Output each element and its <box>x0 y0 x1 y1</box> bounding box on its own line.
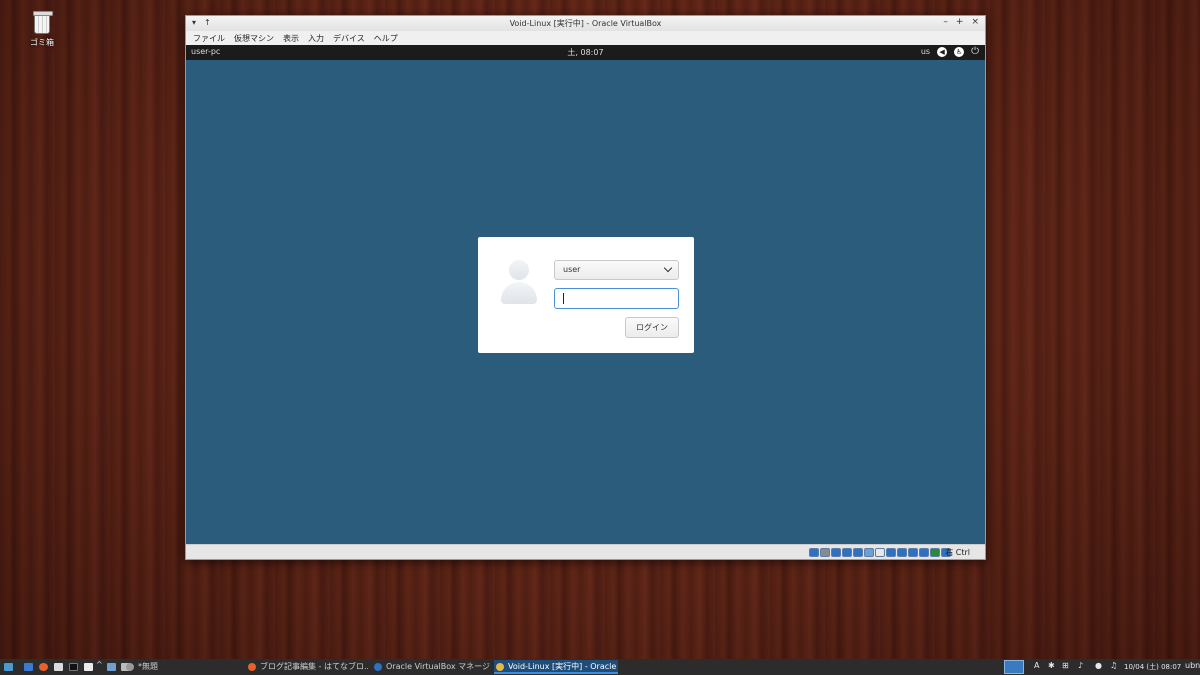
window-title: Void-Linux [実行中] - Oracle VirtualBox <box>509 19 662 28</box>
keyboard-indicator[interactable]: A <box>1034 661 1039 670</box>
window-titlebar[interactable]: ▾ ↑ Void-Linux [実行中] - Oracle VirtualBox… <box>186 16 985 31</box>
menu-help[interactable]: ヘルプ <box>374 33 398 44</box>
workspace-switcher[interactable] <box>1004 660 1024 674</box>
device-status-icon[interactable] <box>864 548 874 557</box>
user-name[interactable]: ubn <box>1185 661 1200 670</box>
selected-user: user <box>563 265 581 274</box>
update-icon[interactable]: ● <box>1095 661 1102 670</box>
terminal-icon[interactable] <box>69 663 78 671</box>
menu-file[interactable]: ファイル <box>193 33 225 44</box>
host-key-label: 右 Ctrl <box>945 548 970 557</box>
virtualbox-window[interactable]: ▾ ↑ Void-Linux [実行中] - Oracle VirtualBox… <box>185 15 986 560</box>
power-icon[interactable]: ⏻ <box>971 46 979 57</box>
device-status-icon[interactable] <box>831 548 841 557</box>
trash-desktop-icon[interactable]: ゴミ箱 <box>22 14 62 48</box>
virtualbox-icon <box>374 663 382 671</box>
volume-icon[interactable]: ♫ <box>1110 661 1117 670</box>
device-status-icon[interactable] <box>820 548 830 557</box>
device-status-icon[interactable] <box>809 548 819 557</box>
login-button[interactable]: ログイン <box>625 317 679 338</box>
monitor-icon[interactable] <box>107 663 116 671</box>
task-text-editor[interactable]: *無題 <box>124 660 214 674</box>
login-dialog: user ログイン <box>478 237 694 353</box>
editor-icon[interactable] <box>84 663 93 671</box>
device-status-icon[interactable] <box>875 548 885 557</box>
close-icon[interactable]: × <box>971 17 979 27</box>
text-cursor <box>563 293 564 304</box>
firefox-icon[interactable] <box>39 663 48 671</box>
user-select[interactable]: user <box>554 260 679 280</box>
session-icon[interactable]: ◀ <box>937 46 948 57</box>
app-icon[interactable] <box>24 663 33 671</box>
trash-label: ゴミ箱 <box>30 38 54 47</box>
bluetooth-icon[interactable]: ✱ <box>1048 661 1055 670</box>
text-editor-icon <box>126 663 134 671</box>
menu-view[interactable]: 表示 <box>283 33 299 44</box>
device-status-icon[interactable] <box>842 548 852 557</box>
vbox-status-bar: 右 Ctrl <box>186 544 985 559</box>
menu-devices[interactable]: デバイス <box>333 33 365 44</box>
password-field[interactable] <box>554 288 679 309</box>
virtualbox-icon <box>496 663 504 671</box>
task-label: ブログ記事編集 - はてなブロ... <box>260 662 368 671</box>
task-label: Oracle VirtualBox マネージ... <box>386 662 490 671</box>
task-vbox-manager[interactable]: Oracle VirtualBox マネージ... <box>372 660 490 674</box>
task-firefox[interactable]: ブログ記事編集 - はてなブロ... <box>246 660 368 674</box>
menu-input[interactable]: 入力 <box>308 33 324 44</box>
up-arrow-icon[interactable]: ^ <box>96 660 105 669</box>
device-status-icon[interactable] <box>908 548 918 557</box>
maximize-icon[interactable]: + <box>956 17 964 27</box>
device-status-icon[interactable] <box>853 548 863 557</box>
chevron-down-icon <box>663 263 673 273</box>
guest-screen[interactable]: user-pc 土, 08:07 us ◀ ♿ ⏻ user ログイン <box>186 45 985 545</box>
guest-clock[interactable]: 土, 08:07 <box>186 47 985 58</box>
firefox-icon <box>248 663 256 671</box>
taskbar-clock[interactable]: 10/04 (土) 08:07 <box>1124 662 1181 672</box>
accessibility-icon[interactable]: ♿ <box>954 46 965 57</box>
notification-bell-icon[interactable]: ♪ <box>1078 661 1083 670</box>
device-status-icon[interactable] <box>919 548 929 557</box>
device-status-icon[interactable] <box>897 548 907 557</box>
guest-top-panel: user-pc 土, 08:07 us ◀ ♿ ⏻ <box>186 45 985 60</box>
device-status-icons <box>809 548 951 557</box>
menu-machine[interactable]: 仮想マシン <box>234 33 274 44</box>
device-status-icon[interactable] <box>886 548 896 557</box>
network-icon[interactable]: ⊞ <box>1062 661 1069 670</box>
task-label: Void-Linux [実行中] - Oracle ... <box>508 662 618 671</box>
task-label: *無題 <box>138 662 158 671</box>
host-taskbar: ^ *無題 ブログ記事編集 - はてなブロ... Oracle VirtualB… <box>0 659 1200 675</box>
user-avatar-icon <box>499 260 539 306</box>
folder-icon[interactable] <box>54 663 63 671</box>
keyboard-layout[interactable]: us <box>921 47 930 56</box>
menu-bar: ファイル 仮想マシン 表示 入力 デバイス ヘルプ <box>186 31 985 45</box>
task-void-linux[interactable]: Void-Linux [実行中] - Oracle ... <box>494 660 618 674</box>
minimize-icon[interactable]: – <box>943 17 948 27</box>
trash-icon <box>34 14 50 34</box>
menu-launcher-icon[interactable] <box>4 663 13 671</box>
device-status-icon[interactable] <box>930 548 940 557</box>
